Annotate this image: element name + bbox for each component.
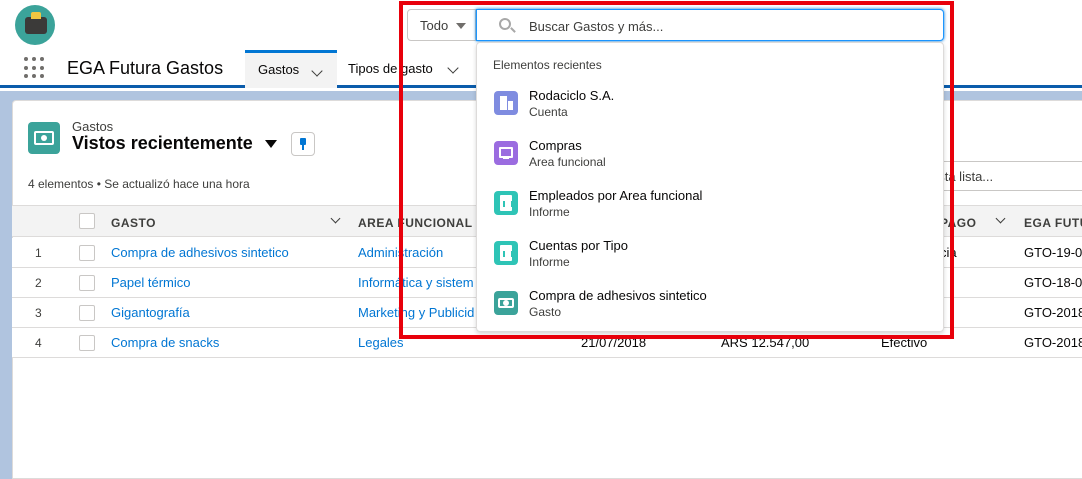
area-link[interactable]: Informática y sistem xyxy=(358,275,474,290)
tab-tipos-de-gasto[interactable]: Tipos de gasto xyxy=(335,50,475,88)
recent-items-heading: Elementos recientes xyxy=(493,58,602,72)
chevron-down-icon[interactable] xyxy=(995,213,1006,224)
ega-cell: GTO-19-0 xyxy=(1024,245,1082,260)
app-logo[interactable] xyxy=(15,5,55,45)
column-header-ega[interactable]: EGA FUTU xyxy=(1024,216,1082,230)
ega-cell: GTO-18-0 xyxy=(1024,275,1082,290)
recent-item[interactable]: Compra de adhesivos sintetico Gasto xyxy=(477,288,943,338)
area-link[interactable]: Administración xyxy=(358,245,443,260)
pin-icon[interactable] xyxy=(291,132,315,156)
expense-object-icon xyxy=(28,122,60,154)
recent-item-title: Cuentas por Tipo xyxy=(529,238,629,253)
global-header: Todo xyxy=(0,0,1082,48)
search-icon xyxy=(499,18,511,30)
column-header-area[interactable]: AREA FUNCIONAL xyxy=(358,216,473,230)
recent-item[interactable]: Cuentas por Tipo Informe xyxy=(477,238,943,288)
app-name: EGA Futura Gastos xyxy=(67,58,224,78)
recent-item-title: Rodaciclo S.A. xyxy=(529,88,615,103)
row-checkbox[interactable] xyxy=(79,245,95,261)
chevron-down-icon[interactable] xyxy=(311,65,323,77)
row-checkbox[interactable] xyxy=(79,335,95,351)
column-header-pago[interactable]: PAGO xyxy=(940,216,976,230)
list-view-title[interactable]: Vistos recientemente xyxy=(72,133,253,154)
row-number: 4 xyxy=(35,336,42,350)
report-icon xyxy=(494,191,518,215)
recent-item[interactable]: Rodaciclo S.A. Cuenta xyxy=(477,88,943,138)
global-search-input[interactable] xyxy=(529,16,929,36)
row-number: 2 xyxy=(35,276,42,290)
row-number: 1 xyxy=(35,246,42,260)
row-number: 3 xyxy=(35,306,42,320)
tab-label: Tipos de gasto xyxy=(348,61,433,76)
column-header-gasto[interactable]: GASTO xyxy=(111,216,156,230)
global-search-box[interactable] xyxy=(476,9,944,41)
area-link[interactable]: Marketing y Publicid xyxy=(358,305,474,320)
recent-item-title: Compra de adhesivos sintetico xyxy=(529,288,707,303)
search-results-dropdown: Elementos recientes Rodaciclo S.A. Cuent… xyxy=(476,42,944,332)
row-checkbox[interactable] xyxy=(79,305,95,321)
recent-item-title: Empleados por Area funcional xyxy=(529,188,703,203)
chevron-down-icon[interactable] xyxy=(330,213,341,224)
recent-item-type: Gasto xyxy=(529,305,562,319)
recent-item-title: Compras xyxy=(529,138,582,153)
gasto-link[interactable]: Papel térmico xyxy=(111,275,190,290)
tab-gastos[interactable]: Gastos xyxy=(245,50,337,88)
chevron-down-icon[interactable] xyxy=(447,62,459,74)
gasto-link[interactable]: Gigantografía xyxy=(111,305,190,320)
app-launcher-icon[interactable] xyxy=(24,57,46,79)
recent-item-type: Informe xyxy=(529,255,570,269)
row-checkbox[interactable] xyxy=(79,275,95,291)
gasto-link[interactable]: Compra de adhesivos sintetico xyxy=(111,245,289,260)
tab-label: Gastos xyxy=(258,62,300,77)
gasto-link[interactable]: Compra de snacks xyxy=(111,335,219,350)
recent-item-type: Cuenta xyxy=(529,105,568,119)
select-all-checkbox[interactable] xyxy=(79,213,95,229)
ega-cell: GTO-2018 xyxy=(1024,305,1082,320)
object-label: Gastos xyxy=(72,119,114,134)
recent-item-type: Informe xyxy=(529,205,570,219)
search-scope-label: Todo xyxy=(420,18,449,33)
building-icon xyxy=(494,91,518,115)
ega-cell: GTO-2018 xyxy=(1024,335,1082,350)
area-link[interactable]: Legales xyxy=(358,335,404,350)
recent-item[interactable]: Empleados por Area funcional Informe xyxy=(477,188,943,238)
wallet-icon xyxy=(25,12,47,34)
search-scope-select[interactable]: Todo xyxy=(407,9,476,41)
money-icon xyxy=(494,291,518,315)
list-meta: 4 elementos • Se actualizó hace una hora xyxy=(28,177,250,191)
recent-item-type: Area funcional xyxy=(529,155,606,169)
caret-down-icon xyxy=(456,23,466,29)
report-icon xyxy=(494,241,518,265)
caret-down-icon[interactable] xyxy=(265,140,277,148)
monitor-icon xyxy=(494,141,518,165)
recent-item[interactable]: Compras Area funcional xyxy=(477,138,943,188)
